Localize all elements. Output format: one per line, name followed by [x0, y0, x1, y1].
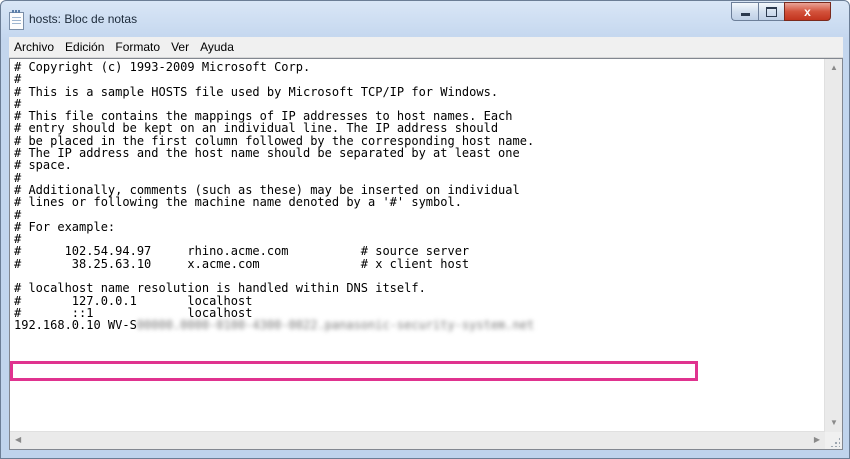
- text-line: # For example:: [14, 219, 116, 234]
- highlight-annotation: [10, 361, 698, 381]
- text-line: # 38.25.63.10 x.acme.com # x client host: [14, 256, 470, 271]
- minimize-icon: [740, 13, 750, 16]
- notepad-window: hosts: Bloc de notas x Archivo Edición F…: [0, 0, 850, 459]
- scroll-up-arrow-icon[interactable]: ▲: [830, 64, 838, 72]
- close-button[interactable]: x: [784, 2, 831, 21]
- added-entry-text: 192.168.0.10 WV-S: [14, 318, 137, 333]
- window-title: hosts: Bloc de notas: [29, 12, 138, 26]
- menu-edicion[interactable]: Edición: [60, 40, 110, 54]
- maximize-button[interactable]: [758, 2, 784, 21]
- text-line: # space.: [14, 158, 72, 173]
- text-line: # entry should be kept on an individual …: [14, 121, 499, 136]
- menu-archivo[interactable]: Archivo: [9, 40, 60, 54]
- text-line: # localhost name resolution is handled w…: [14, 281, 426, 296]
- close-icon: x: [804, 4, 811, 19]
- text-line: # 102.54.94.97 rhino.acme.com # source s…: [14, 244, 470, 259]
- notepad-icon[interactable]: [9, 10, 24, 30]
- vertical-scrollbar[interactable]: ▲ ▼: [824, 59, 842, 432]
- maximize-icon: [766, 6, 777, 17]
- scroll-down-arrow-icon[interactable]: ▼: [830, 419, 838, 427]
- added-host-entry: 192.168.0.10 WV-S00000.0000-0100-4300-00…: [14, 319, 824, 331]
- text-editor[interactable]: # Copyright (c) 1993-2009 Microsoft Corp…: [9, 58, 843, 450]
- redacted-hostname: 00000.0000-0100-4300-0022.panasonic-secu…: [136, 318, 535, 333]
- horizontal-scrollbar[interactable]: ◀ ▶: [10, 431, 825, 449]
- scroll-left-arrow-icon[interactable]: ◀: [15, 436, 21, 444]
- text-line: # lines or following the machine name de…: [14, 195, 462, 210]
- menu-ver[interactable]: Ver: [166, 40, 195, 54]
- resize-grip-icon[interactable]: [830, 437, 840, 447]
- menu-ayuda[interactable]: Ayuda: [195, 40, 240, 54]
- minimize-button[interactable]: [731, 2, 758, 21]
- menu-bar: Archivo Edición Formato Ver Ayuda: [9, 37, 843, 58]
- scrollbar-corner[interactable]: [825, 432, 842, 449]
- scroll-right-arrow-icon[interactable]: ▶: [814, 436, 820, 444]
- text-line: #: [14, 207, 22, 222]
- text-line: # This is a sample HOSTS file used by Mi…: [14, 84, 499, 99]
- title-bar[interactable]: hosts: Bloc de notas x: [1, 1, 849, 37]
- text-line: # The IP address and the host name shoul…: [14, 146, 520, 161]
- text-line: # Copyright (c) 1993-2009 Microsoft Corp…: [14, 61, 311, 74]
- menu-formato[interactable]: Formato: [110, 40, 166, 54]
- text-line: #: [14, 72, 22, 87]
